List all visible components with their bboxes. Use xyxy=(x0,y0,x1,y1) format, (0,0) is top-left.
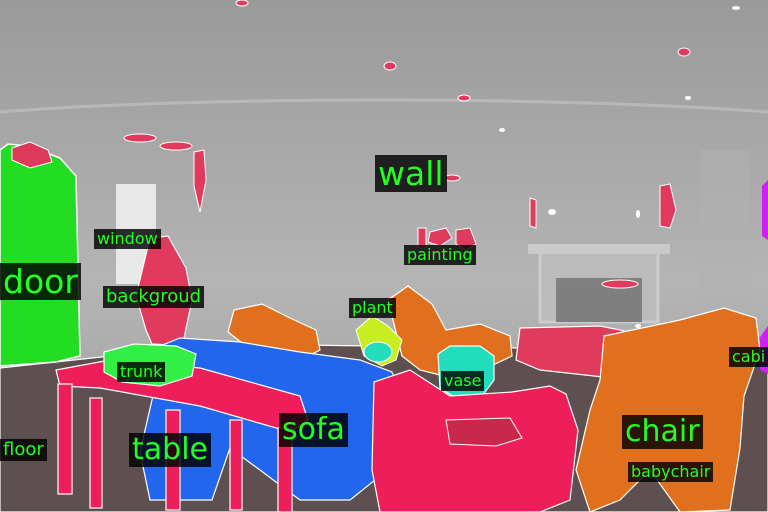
plant-label: plant xyxy=(349,298,396,318)
fireplace xyxy=(528,244,670,324)
book-on-table xyxy=(445,417,523,447)
vase-label: vase xyxy=(441,371,485,391)
trunk-label: trunk xyxy=(117,362,166,382)
cabi-label: cabi xyxy=(729,347,768,367)
cabinet-region xyxy=(762,180,768,240)
table-label: table xyxy=(129,433,211,467)
wall-panel xyxy=(700,150,750,310)
backgroud-label: backgroud xyxy=(103,286,205,308)
painting-label: painting xyxy=(404,245,476,265)
window-label: window xyxy=(94,229,161,249)
door-region xyxy=(0,143,81,367)
babychair-label: babychair xyxy=(628,462,714,482)
wall-label: wall xyxy=(375,155,447,192)
door-label: door xyxy=(0,263,81,300)
chair-label: chair xyxy=(622,415,703,449)
plant-pot xyxy=(363,341,393,363)
segmentation-image: wall window door backgroud painting plan… xyxy=(0,0,768,512)
sofa-label: sofa xyxy=(279,413,348,447)
floor-label: floor xyxy=(0,439,47,461)
